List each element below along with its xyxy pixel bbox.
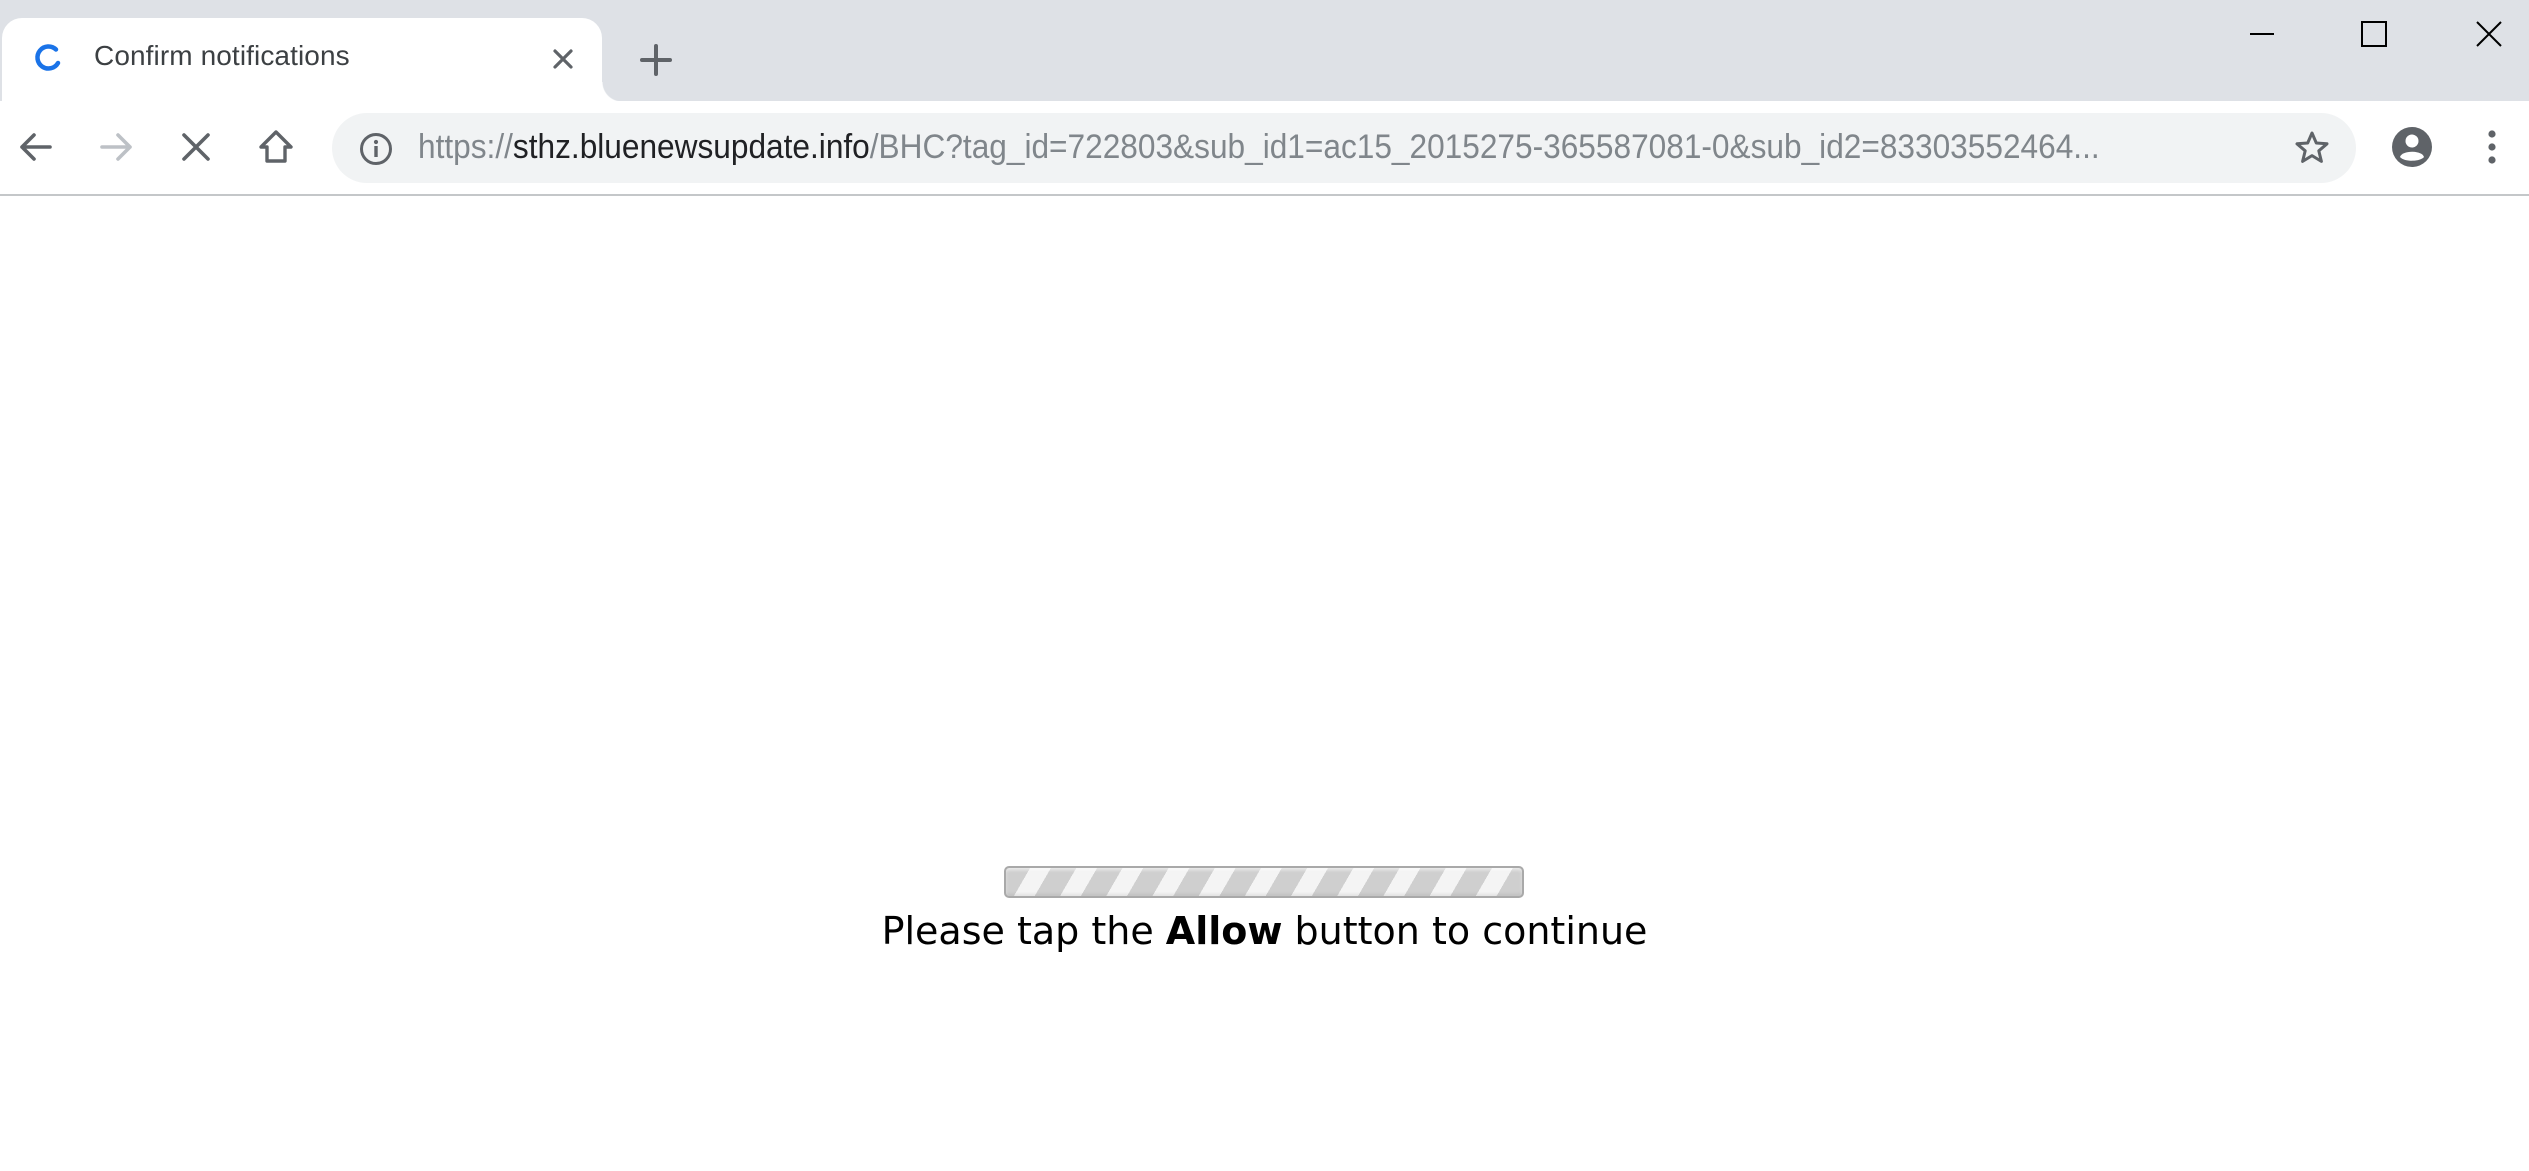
window-close-icon[interactable] [2465, 10, 2513, 58]
address-bar[interactable]: https://sthz.bluenewsupdate.info/BHC?tag… [332, 113, 2356, 183]
home-icon[interactable] [252, 123, 300, 171]
more-menu-icon[interactable] [2468, 123, 2516, 171]
tab-strip: Confirm notifications [0, 0, 2529, 102]
url-text[interactable]: https://sthz.bluenewsupdate.info/BHC?tag… [418, 128, 2100, 167]
page-content: Please tap the Allow button to continue [0, 196, 2529, 1171]
message-prefix: Please tap the [881, 909, 1166, 953]
url-host: sthz.bluenewsupdate.info [512, 128, 870, 166]
back-arrow-icon[interactable] [12, 123, 60, 171]
bookmark-star-icon[interactable] [2292, 128, 2332, 168]
tab-confirm-notifications[interactable]: Confirm notifications [2, 18, 622, 102]
site-info-icon[interactable] [358, 131, 394, 167]
tab-close-icon[interactable] [547, 43, 579, 75]
message-suffix: button to continue [1282, 909, 1648, 953]
url-path: /BHC?tag_id=722803&sub_id1=ac15_2015275-… [869, 128, 2100, 166]
new-tab-plus-icon[interactable] [636, 40, 676, 80]
stop-loading-icon[interactable] [172, 123, 220, 171]
url-scheme: https:// [418, 128, 513, 166]
maximize-icon[interactable] [2350, 10, 2398, 58]
progress-bar [1004, 866, 1524, 898]
minimize-icon[interactable] [2238, 10, 2286, 58]
allow-instruction-message: Please tap the Allow button to continue [0, 909, 2529, 953]
message-allow-emphasis: Allow [1165, 909, 1283, 953]
browser-window: Confirm notifications https://sthz.bluen… [0, 0, 2529, 1171]
progress-bar-stripes [1006, 868, 1522, 896]
tab-title: Confirm notifications [94, 40, 350, 71]
forward-arrow-icon[interactable] [92, 123, 140, 171]
loading-spinner-icon [35, 44, 61, 71]
profile-avatar-icon[interactable] [2388, 123, 2436, 171]
browser-toolbar: https://sthz.bluenewsupdate.info/BHC?tag… [0, 101, 2529, 196]
